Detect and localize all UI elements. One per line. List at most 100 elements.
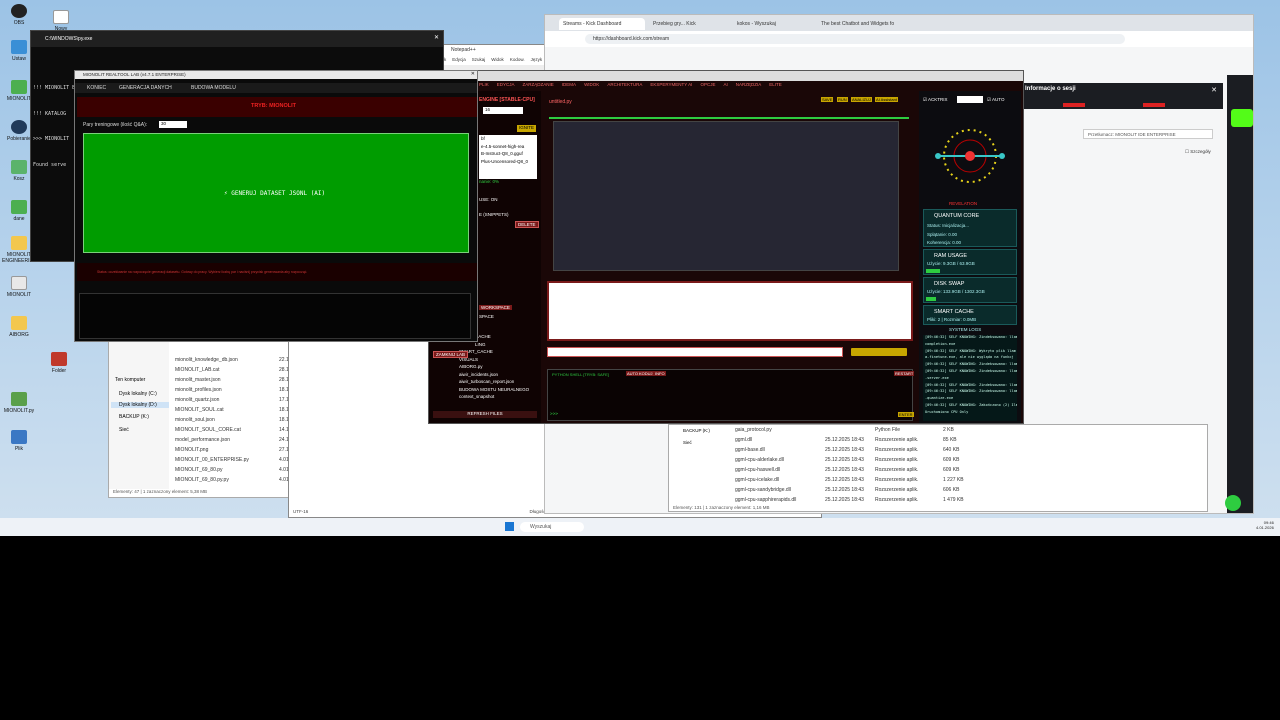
kick-check-button[interactable] (1231, 109, 1253, 127)
pairs-label: Pary treningowe (ilość Q&A): (83, 122, 148, 128)
notepad-menu-item[interactable]: Edycja (452, 57, 466, 62)
acktrix-toggle[interactable]: ☑ ACKTRIX (923, 97, 948, 103)
model-item[interactable]: Plus-Uncensored-Q8_0 (481, 158, 537, 166)
notepad-menu-item[interactable]: Szukaj (472, 57, 486, 62)
desktop-icon-new[interactable]: Nowy (44, 10, 78, 32)
ide-menu-item[interactable]: OPCJE (700, 82, 715, 87)
editor-panel: untitled.py SAVE RUN ANALIZUJ AI Assista… (543, 91, 915, 423)
file-row[interactable]: ggml-base.dll 25.12.2025 18:43 Rozszerzeni… (735, 445, 995, 455)
ignite-button[interactable]: IGNITE (517, 125, 537, 132)
ai-assistant-button[interactable]: AI Assistant (875, 97, 898, 102)
ide-menu-item[interactable]: ZARZĄDZANIE (523, 82, 554, 87)
file-row[interactable]: ggml-cpu-alderlake.dll 25.12.2025 18:43 Ro… (735, 455, 995, 465)
sidebar-item-backup[interactable]: BACKUP (K:) (119, 414, 149, 420)
editor-tab[interactable]: untitled.py (549, 99, 572, 105)
acktrix-input[interactable] (957, 96, 983, 103)
shell-enter-button[interactable]: ENTER (898, 412, 914, 417)
tree-item[interactable]: aiwir_incidents.json (447, 371, 541, 379)
tab-generation[interactable]: GENERACJA DANYCH (119, 85, 172, 91)
close-icon[interactable]: ✕ (434, 34, 439, 41)
ide-menu-item[interactable]: ELITE (769, 82, 782, 87)
save-button[interactable]: SAVE (821, 97, 834, 102)
python-shell[interactable]: PYTHON SHELL [TRYB: SAFE] AUTO KODUJ INF… (547, 369, 915, 421)
desktop-icon-obs[interactable]: OBS (2, 4, 36, 26)
notepad-menu-item[interactable]: Widok (491, 57, 504, 62)
browser-address-bar[interactable]: https://dashboard.kick.com/stream (585, 34, 1125, 44)
sidebar-item-backup-right[interactable]: BACKUP (K:) (683, 428, 710, 433)
tab-model-build[interactable]: BUDOWA MODELU (191, 85, 236, 91)
ide-menu-item[interactable]: EDYCJA (497, 82, 515, 87)
browser-tab-kick[interactable]: Streams - Kick Dashboard (559, 18, 645, 30)
delete-button[interactable]: DELETE (515, 221, 539, 228)
model-input[interactable]: 16 (483, 107, 523, 114)
desktop-icon-aiborg[interactable]: AIBORG (2, 316, 36, 338)
model-item[interactable]: e-4.5-sonnet-high-rea (481, 143, 537, 151)
generate-dataset-button[interactable]: ⚡ GENERUJ DATASET JSONL (AI) (83, 133, 469, 253)
ide-menu-item[interactable]: ARCHITEKTURA (607, 82, 642, 87)
tree-item[interactable]: context_snapshot (447, 393, 541, 401)
shell-restart-button[interactable]: RESTART (894, 371, 915, 376)
notepad-menu-item[interactable]: Kodow. (510, 57, 525, 62)
sidebar-item-network-right[interactable]: Sieć (683, 440, 692, 445)
desktop-icon-script[interactable]: MIONOLIT.py (2, 392, 36, 414)
analyze-button[interactable]: ANALIZUJ (851, 97, 872, 102)
ide-menu-item[interactable]: AI (723, 82, 727, 87)
refresh-files-button[interactable]: REFRESH FILES (433, 411, 537, 418)
sidebar-item-drive-c[interactable]: Dysk lokalny (C:) (119, 391, 157, 397)
start-button[interactable] (505, 522, 514, 531)
ide-menu-item[interactable]: IDEMA (562, 82, 576, 87)
close-icon[interactable]: ✕ (1211, 86, 1217, 94)
desktop-icon-python[interactable]: Plik (2, 430, 36, 452)
desktop-icon-mionolit-2[interactable]: MIONOLIT (2, 276, 36, 298)
tree-item[interactable]: AIBORG.py (447, 363, 541, 371)
shell-code-button[interactable]: KODUJ (638, 371, 654, 376)
explorer-window-right[interactable]: BACKUP (K:) Sieć gaia_protocol.py Python … (668, 424, 1208, 512)
ide-window[interactable]: PLIK EDYCJA ZARZĄDZANIE IDEMA WIDOK ARCHITEKT… (428, 70, 1024, 424)
sidebar-item-this-pc[interactable]: Ten komputer (115, 377, 145, 383)
details-checkbox[interactable]: ☐ Szczegóły (1185, 149, 1211, 155)
file-row[interactable]: ggml-cpu-sandybridge.dll 25.12.2025 18:43… (735, 485, 995, 495)
auto-toggle[interactable]: ☑ AUTO (987, 97, 1004, 103)
sidebar-item-drive-d[interactable]: Dysk lokalny (D:) (111, 402, 169, 408)
run-button[interactable]: RUN (837, 97, 848, 102)
lab-window[interactable]: MIONOLIT REALTOOL LAB (v4.7.1 ENTERPRISE… (74, 70, 478, 342)
file-row[interactable]: ggml-cpu-sapphirerapids.dll 25.12.2025 18… (735, 495, 995, 505)
notepad-menu-item[interactable]: Język (531, 57, 543, 62)
file-row[interactable]: ggml.dll 25.12.2025 18:43 Rozszerzenie apl… (735, 435, 995, 445)
close-icon[interactable]: ✕ (471, 71, 475, 77)
model-item[interactable]: B-Instruct-Q8_0.gguf (481, 150, 537, 158)
ide-menu-item[interactable]: EKSPERYMENTY AI (650, 82, 692, 87)
close-lab-button[interactable]: ZAMKNIJ LAB (433, 351, 469, 358)
tree-item[interactable]: BUDOWA MOSTU NEURALNEGO (447, 386, 541, 394)
browser-tab-search[interactable]: kokos - Wyszukaj (733, 18, 813, 30)
file-row[interactable]: gaia_protocol.py Python File 2 KB (735, 425, 995, 435)
file-name: MIONOLIT_69_80.py (175, 467, 223, 473)
chat-input[interactable] (547, 347, 843, 357)
tab-koniec[interactable]: KONIEC (87, 85, 106, 91)
model-item[interactable]: bf (481, 135, 537, 143)
file-row[interactable]: ggml-cpu-haswell.dll 25.12.2025 18:43 Rozs… (735, 465, 995, 475)
tree-item[interactable]: aiwir_turboscan_report.json (447, 378, 541, 386)
sidebar-item-network[interactable]: Sieć (119, 427, 129, 433)
file-date: 25.12.2025 18:43 (825, 487, 864, 493)
ide-menu-item[interactable]: NARZĘDZIA (736, 82, 762, 87)
file-row[interactable]: ggml-cpu-icelake.dll 25.12.2025 18:43 Rozs… (735, 475, 995, 485)
file-name: mionolit_profiles.json (175, 387, 222, 393)
pairs-spinbox[interactable]: 30 (159, 121, 187, 128)
chat-bubble-icon[interactable] (1225, 495, 1241, 511)
browser-tab-chatbot[interactable]: The best Chatbot and Widgets fo (817, 18, 913, 30)
file-date: 25.12.2025 18:43 (825, 477, 864, 483)
session-search-input[interactable]: Przetłumacz: MIONOLIT IDE ENTERPRISE (1083, 129, 1213, 139)
ide-menu-item[interactable]: WIDOK (584, 82, 599, 87)
ram-bar (926, 269, 940, 273)
quantum-core-title: QUANTUM CORE (934, 213, 980, 219)
send-button[interactable] (851, 348, 907, 356)
ide-menu-item[interactable]: PLIK (479, 82, 489, 87)
desktop-icon-file[interactable]: Folder (42, 352, 76, 374)
system-logs-label: SYSTEM LOGS (949, 327, 982, 332)
taskbar-clock[interactable]: 09:46 4.01.2026 (1256, 520, 1274, 530)
code-editor[interactable] (553, 121, 899, 271)
shell-info-button[interactable]: INFO (654, 371, 666, 376)
taskbar-search[interactable]: Wyszukaj (520, 522, 584, 532)
browser-tab-game[interactable]: Przebieg gry... Kick (649, 18, 729, 30)
